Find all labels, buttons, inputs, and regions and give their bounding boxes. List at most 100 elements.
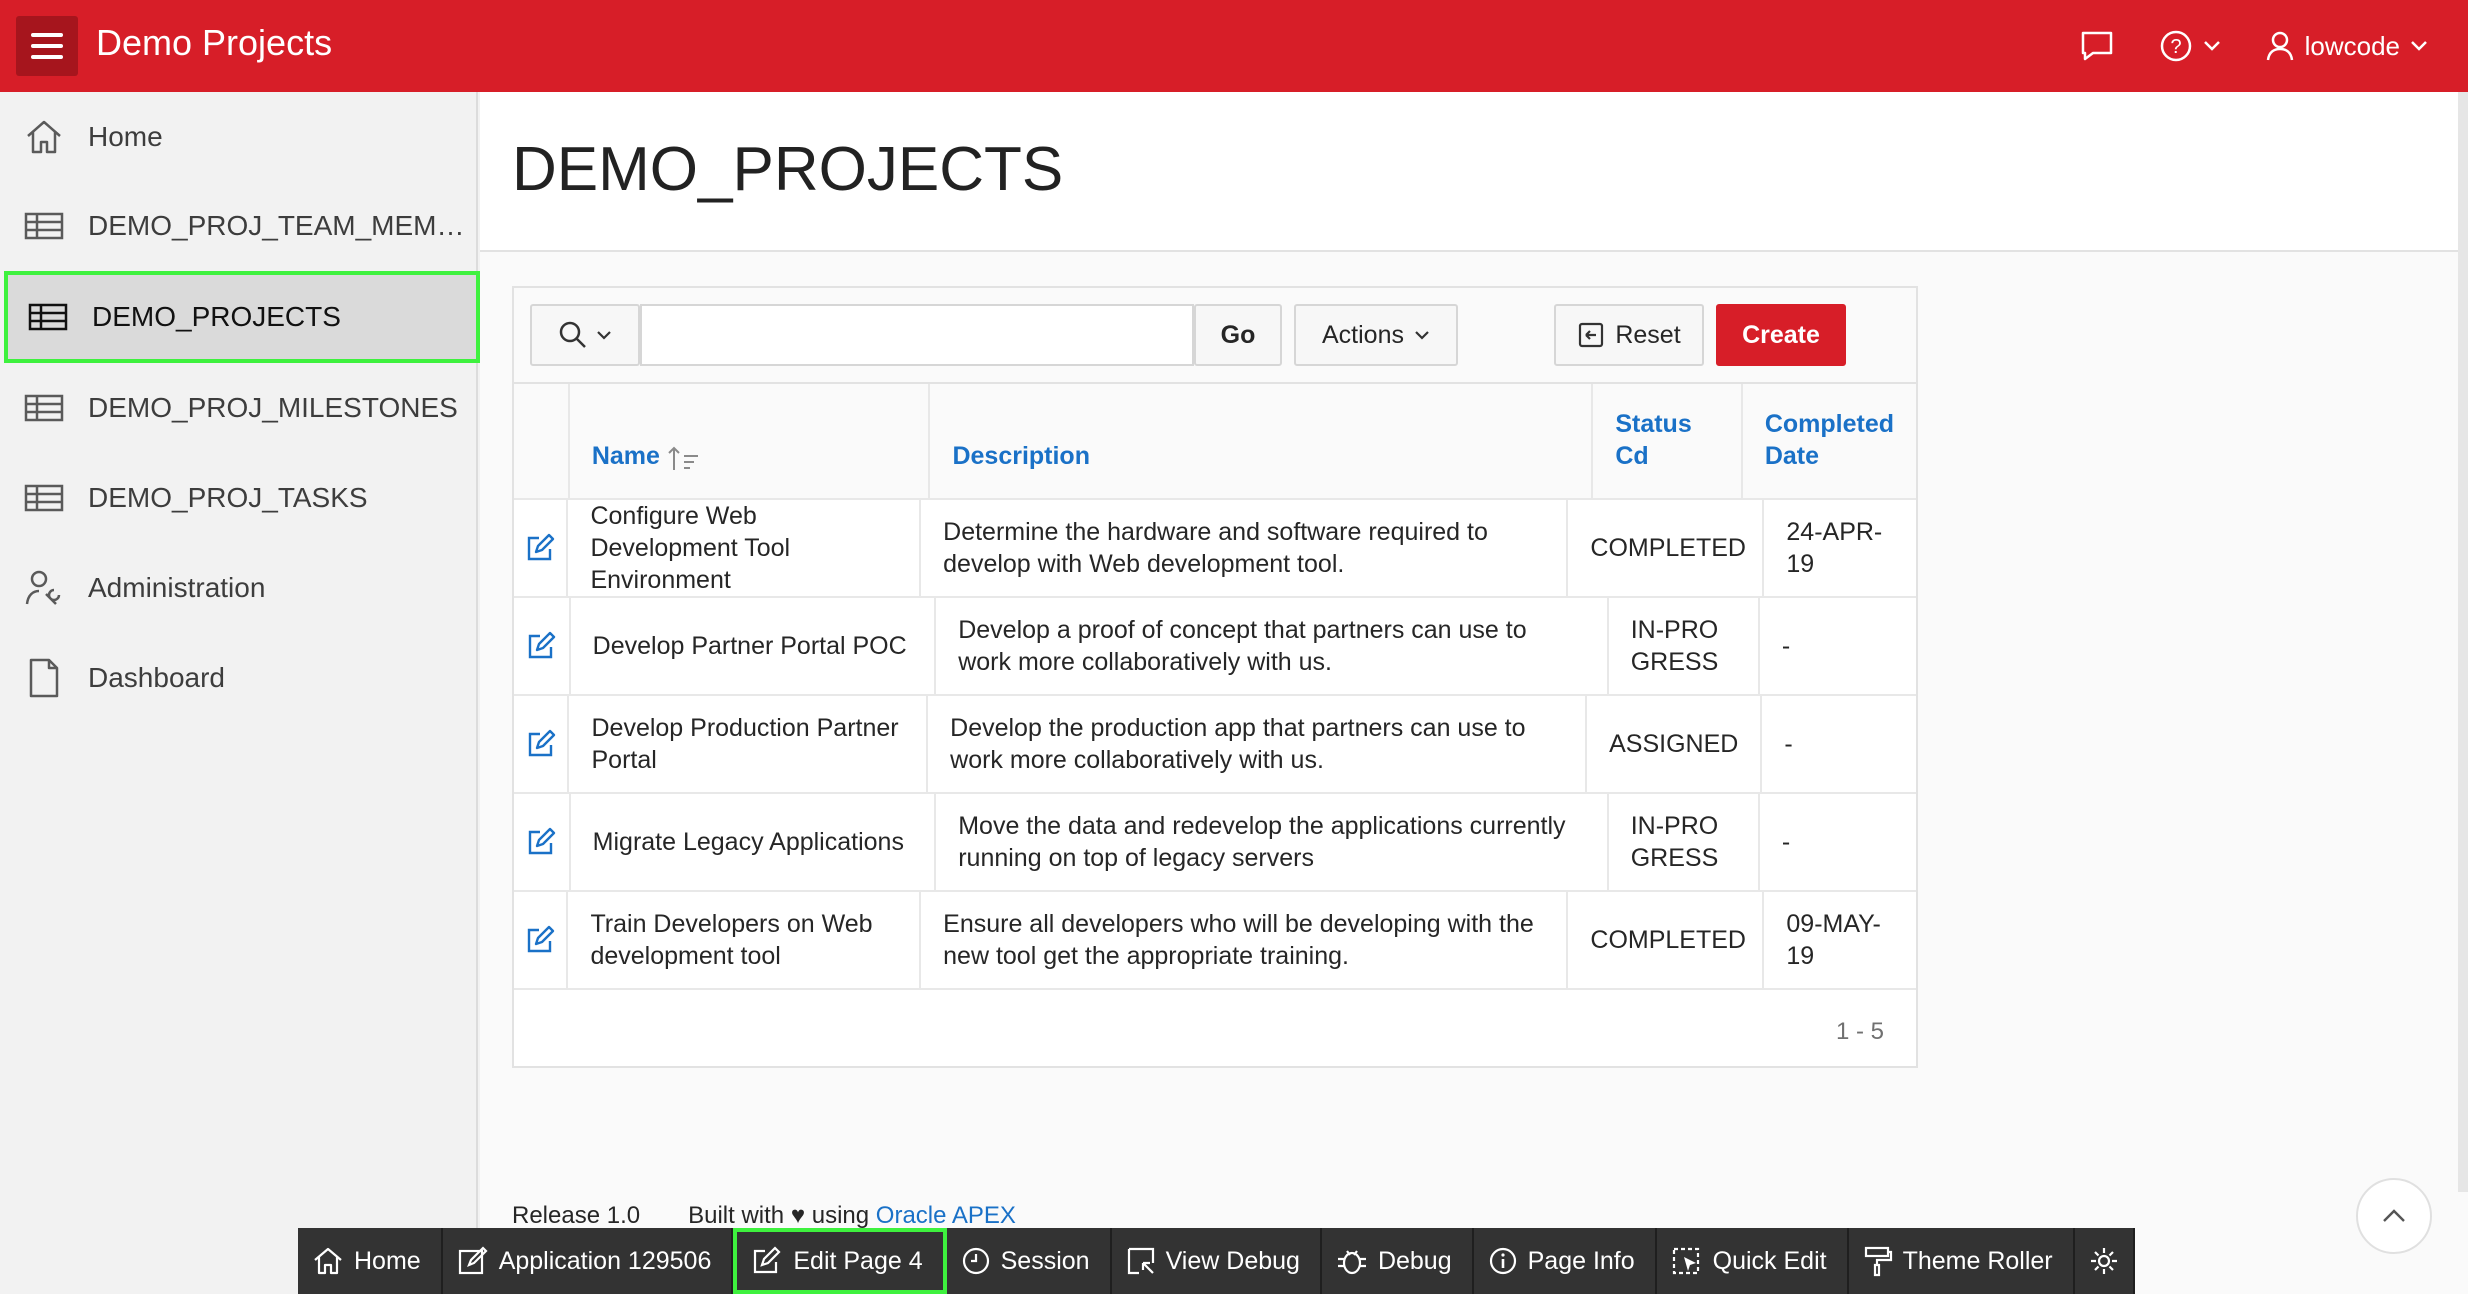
pagination-text: 1 - 5 [1835, 1018, 1884, 1045]
dev-debug-button[interactable]: Debug [1322, 1228, 1474, 1294]
interactive-report: Go Actions Reset Create Name Description… [512, 286, 1918, 1068]
reset-icon [1579, 322, 1604, 348]
cell-description: Ensure all developers who will be develo… [921, 892, 1569, 988]
edit-row-button[interactable] [514, 598, 571, 694]
cell-description: Develop the production app that partners… [928, 696, 1588, 792]
table-row: Train Developers on Web development tool… [514, 892, 1916, 990]
cell-completed-date: - [1781, 632, 1791, 660]
cell-name: Configure Web Development Tool Environme… [568, 500, 922, 596]
dev-home-button[interactable]: Home [298, 1228, 443, 1294]
search-input[interactable] [640, 304, 1194, 366]
column-header-description[interactable]: Description [930, 384, 1594, 498]
column-header-completed-date[interactable]: Completed Date [1743, 384, 1916, 498]
page-title: DEMO_PROJECTS [512, 135, 1064, 204]
cell-status: IN-PROGRESS [1609, 598, 1760, 694]
go-button[interactable]: Go [1194, 304, 1282, 366]
sidebar-item-dashboard[interactable]: Dashboard [0, 633, 478, 723]
home-icon [24, 117, 64, 157]
dev-edit-page-button[interactable]: Edit Page 4 [733, 1228, 947, 1294]
sidebar-item-label: DEMO_PROJ_TASKS [88, 482, 368, 513]
clock-icon [962, 1247, 989, 1275]
dev-session-button[interactable]: Session [947, 1228, 1112, 1294]
bug-icon [1337, 1250, 1366, 1275]
sidebar-item-label: DEMO_PROJ_MILESTONES [88, 392, 458, 423]
actions-button[interactable]: Actions [1294, 304, 1458, 366]
create-button[interactable]: Create [1716, 304, 1846, 366]
report-toolbar: Go Actions Reset Create [514, 288, 1916, 384]
edit-row-button[interactable] [514, 696, 570, 792]
dev-page-info-button[interactable]: Page Info [1474, 1228, 1657, 1294]
table-row: Configure Web Development Tool Environme… [514, 500, 1916, 598]
edit-icon [529, 631, 556, 659]
search-icon [559, 321, 586, 348]
vertical-scrollbar[interactable] [2458, 92, 2468, 1192]
scroll-to-top-button[interactable] [2356, 1178, 2432, 1254]
sidebar-item-demo-proj-milestones[interactable]: DEMO_PROJ_MILESTONES [0, 363, 478, 453]
edit-row-button[interactable] [514, 794, 571, 890]
edit-row-button[interactable] [514, 500, 569, 596]
user-menu-button[interactable]: lowcode [2265, 30, 2428, 62]
sidebar-item-home[interactable]: Home [0, 92, 478, 182]
edit-row-button[interactable] [514, 892, 569, 988]
sidebar-item-label: DEMO_PROJ_TEAM_MEMBERS [88, 210, 478, 241]
column-header-status-cd[interactable]: Status Cd [1593, 384, 1743, 498]
cell-status: ASSIGNED [1587, 696, 1763, 792]
table-row: Develop Partner Portal POC Develop a pro… [514, 598, 1916, 696]
cell-name: Develop Production Partner Portal [569, 696, 929, 792]
cell-status: COMPLETED [1568, 892, 1765, 988]
app-title[interactable]: Demo Projects [96, 22, 332, 64]
developer-toolbar: Home Application 129506 Edit Page 4 Sess… [298, 1228, 2135, 1294]
dev-view-debug-button[interactable]: View Debug [1112, 1228, 1322, 1294]
cell-status: COMPLETED [1568, 500, 1765, 596]
cell-completed-date: 24-APR-19 [1786, 518, 1883, 578]
gear-icon [2090, 1248, 2117, 1274]
edit-icon [528, 729, 555, 757]
help-icon: ? [2160, 30, 2191, 62]
info-icon [1489, 1247, 1516, 1275]
sidebar-item-label: Home [88, 121, 163, 152]
oracle-apex-link[interactable]: Oracle APEX [876, 1202, 1016, 1229]
sidebar-item-demo-proj-team-members[interactable]: DEMO_PROJ_TEAM_MEMBERS [0, 181, 478, 271]
sidebar-item-demo-projects[interactable]: DEMO_PROJECTS [4, 271, 480, 363]
dev-settings-button[interactable] [2075, 1228, 2135, 1294]
cell-name: Develop Partner Portal POC [571, 598, 937, 694]
cell-status: IN-PROGRESS [1609, 794, 1760, 890]
sidebar-item-demo-proj-tasks[interactable]: DEMO_PROJ_TASKS [0, 453, 478, 543]
release-text: Release 1.0 [512, 1202, 641, 1229]
cell-completed-date: - [1781, 828, 1791, 856]
table-icon [28, 297, 68, 337]
chat-bubble-icon [2081, 31, 2112, 61]
cell-name: Train Developers on Web development tool [568, 892, 922, 988]
user-name: lowcode [2304, 30, 2400, 61]
search-column-button[interactable] [530, 304, 640, 366]
hamburger-icon[interactable] [16, 16, 78, 76]
sidebar-nav: Home DEMO_PROJ_TEAM_MEMBERS DEMO_PROJECT… [0, 92, 480, 1294]
column-header-name[interactable]: Name [570, 384, 931, 498]
heart-icon: ♥ [790, 1202, 806, 1229]
edit-icon [529, 827, 556, 855]
table-icon [24, 388, 64, 428]
sidebar-item-administration[interactable]: Administration [0, 543, 478, 633]
main-content: DEMO_PROJECTS Go Actions Reset Create Na… [480, 92, 2468, 1294]
cell-name: Migrate Legacy Applications [571, 794, 937, 890]
actions-label: Actions [1322, 320, 1404, 349]
svg-text:?: ? [2170, 36, 2181, 58]
feedback-button[interactable] [2079, 29, 2115, 63]
table-header-row: Name Description Status Cd Completed Dat… [514, 384, 1916, 500]
reset-button[interactable]: Reset [1554, 304, 1704, 366]
reset-label: Reset [1615, 320, 1681, 349]
built-with-text: Built with ♥ using Oracle APEX [688, 1202, 1016, 1229]
edit-app-icon [458, 1246, 488, 1275]
table-icon [24, 206, 64, 246]
title-bar: DEMO_PROJECTS [480, 92, 2468, 252]
dev-application-button[interactable]: Application 129506 [443, 1228, 734, 1294]
cell-completed-date: - [1784, 730, 1793, 758]
dev-theme-roller-button[interactable]: Theme Roller [1849, 1228, 2075, 1294]
dev-quick-edit-button[interactable]: Quick Edit [1657, 1228, 1849, 1294]
file-icon [24, 658, 64, 698]
sidebar-item-label: DEMO_PROJECTS [92, 301, 341, 332]
help-menu-button[interactable]: ? [2159, 29, 2221, 63]
pagination: 1 - 5 [514, 996, 1916, 1068]
sidebar-item-label: Administration [88, 572, 266, 603]
user-wrench-icon [24, 568, 64, 608]
